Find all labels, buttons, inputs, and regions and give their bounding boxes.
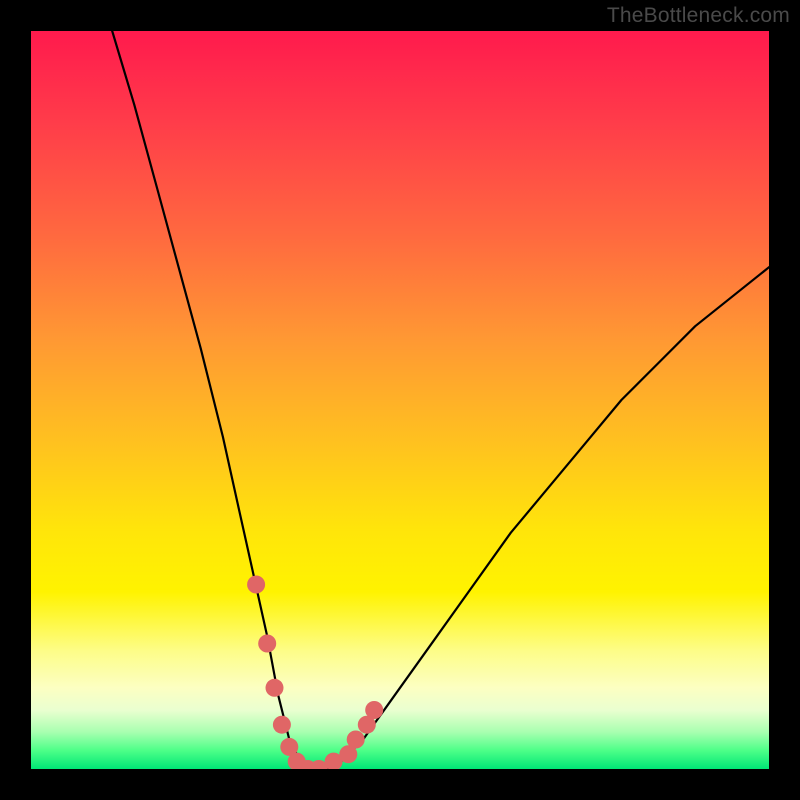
- chart-svg: [31, 31, 769, 769]
- threshold-marker: [273, 716, 291, 734]
- threshold-marker: [266, 679, 284, 697]
- threshold-marker: [365, 701, 383, 719]
- bottleneck-curve-path: [112, 31, 769, 769]
- watermark-text: TheBottleneck.com: [607, 4, 790, 28]
- threshold-marker: [258, 635, 276, 653]
- chart-frame: [31, 31, 769, 769]
- threshold-marker: [347, 731, 365, 749]
- threshold-markers-group: [247, 576, 383, 770]
- threshold-marker: [247, 576, 265, 594]
